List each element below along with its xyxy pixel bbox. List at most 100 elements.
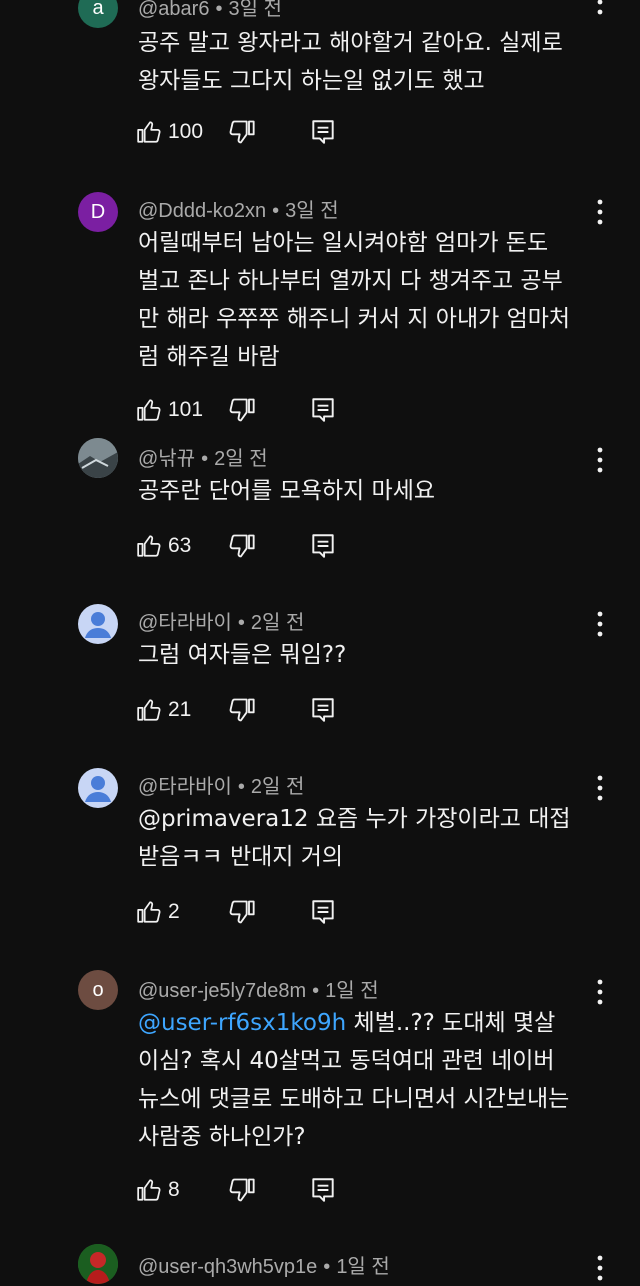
dislike-button[interactable] bbox=[228, 118, 256, 146]
comment-text: 어릴때부터 남아는 일시켜야함 엄마가 돈도 벌고 존나 하나부터 열까지 다 … bbox=[138, 230, 571, 370]
dislike-button[interactable] bbox=[228, 1176, 256, 1204]
thumbs-up-icon bbox=[137, 699, 161, 721]
reply-button[interactable] bbox=[310, 396, 336, 424]
thumbs-down-icon bbox=[229, 698, 255, 722]
more-options-button[interactable] bbox=[590, 198, 610, 226]
comment-actions: 2 bbox=[136, 896, 334, 928]
reply-button[interactable] bbox=[310, 898, 336, 926]
like-count: 100 bbox=[168, 120, 204, 143]
separator-dot: • bbox=[323, 1256, 331, 1278]
reply-button[interactable] bbox=[310, 1176, 336, 1204]
comment-text: 공주 말고 왕자라고 해야할거 같아요. 실제로 왕자들도 그다지 하는일 없기… bbox=[138, 30, 563, 94]
separator-dot: • bbox=[312, 980, 320, 1002]
separator-dot: • bbox=[215, 0, 223, 20]
avatar[interactable] bbox=[78, 1244, 118, 1284]
comment-time: 2일 전 bbox=[214, 448, 268, 470]
dislike-button[interactable] bbox=[228, 898, 256, 926]
comment-time: 1일 전 bbox=[325, 980, 379, 1002]
dislike-button[interactable] bbox=[228, 532, 256, 560]
like-button[interactable]: 63 bbox=[136, 533, 191, 559]
comment-time: 2일 전 bbox=[250, 612, 305, 634]
comment-text: @primavera12 요즘 누가 가장이라고 대접 받음ㅋㅋ 반대지 거의 bbox=[138, 800, 608, 876]
comment-time: 1일 전 bbox=[336, 1256, 390, 1278]
reply-button[interactable] bbox=[310, 118, 336, 146]
avatar[interactable] bbox=[78, 438, 118, 478]
more-vert-icon bbox=[597, 775, 603, 801]
comment-text: 그럼 여자들은 뭐임?? bbox=[138, 642, 347, 668]
author-name[interactable]: @Dddd-ko2xn bbox=[138, 200, 266, 222]
comment-actions: 21 bbox=[136, 694, 334, 726]
reply-button[interactable] bbox=[310, 696, 336, 724]
more-options-button[interactable] bbox=[590, 774, 610, 802]
thumbs-down-icon bbox=[229, 120, 255, 144]
more-options-button[interactable] bbox=[590, 1254, 610, 1282]
more-vert-icon bbox=[597, 199, 603, 225]
like-count: 2 bbox=[168, 900, 180, 923]
default-user-icon bbox=[85, 612, 111, 638]
author-name[interactable]: @abar6 bbox=[138, 0, 209, 20]
author-name[interactable]: @낚뀨 bbox=[138, 448, 195, 470]
comment-meta: @user-qh3wh5vp1e • 1일 전 bbox=[138, 1250, 390, 1279]
avatar-image bbox=[78, 438, 118, 478]
more-vert-icon bbox=[597, 611, 603, 637]
reply-icon bbox=[312, 698, 334, 722]
avatar[interactable]: D bbox=[78, 192, 118, 232]
like-button[interactable]: 21 bbox=[136, 697, 191, 723]
thumbs-down-icon bbox=[229, 534, 255, 558]
thumbs-up-icon bbox=[137, 901, 161, 923]
default-user-icon bbox=[85, 776, 111, 802]
avatar[interactable] bbox=[78, 604, 118, 644]
avatar-letter: a bbox=[92, 0, 104, 19]
author-name[interactable]: @user-qh3wh5vp1e bbox=[138, 1256, 317, 1278]
comment-time: 3일 전 bbox=[285, 200, 339, 222]
separator-dot: • bbox=[237, 612, 245, 634]
like-button[interactable]: 100 bbox=[136, 119, 203, 145]
comment-time: 2일 전 bbox=[250, 776, 305, 798]
comment-meta: @Dddd-ko2xn • 3일 전 bbox=[138, 194, 339, 223]
like-button[interactable]: 101 bbox=[136, 397, 203, 423]
more-vert-icon bbox=[597, 447, 603, 473]
avatar-image bbox=[78, 1244, 118, 1284]
mention-link[interactable]: @user-rf6sx1ko9h bbox=[138, 1010, 346, 1036]
separator-dot: • bbox=[272, 200, 280, 222]
comment-meta: @타라바이 • 2일 전 bbox=[138, 770, 304, 799]
comment-actions: 101 bbox=[136, 394, 334, 426]
dislike-button[interactable] bbox=[228, 396, 256, 424]
comment-actions: 8 bbox=[136, 1174, 334, 1206]
avatar-letter: D bbox=[90, 200, 106, 223]
thumbs-up-icon bbox=[137, 535, 161, 557]
more-options-button[interactable] bbox=[590, 446, 610, 474]
reply-icon bbox=[312, 120, 334, 144]
thumbs-up-icon bbox=[137, 121, 161, 143]
more-options-button[interactable] bbox=[590, 610, 610, 638]
comment-text: 공주란 단어를 모욕하지 마세요 bbox=[138, 478, 436, 504]
mention-plain[interactable]: @primavera12 bbox=[138, 806, 316, 832]
author-name[interactable]: @타라바이 bbox=[138, 776, 232, 798]
author-name[interactable]: @user-je5ly7de8m bbox=[138, 980, 306, 1002]
more-vert-icon bbox=[597, 979, 603, 1005]
reply-icon bbox=[312, 534, 334, 558]
like-count: 21 bbox=[168, 698, 192, 721]
avatar-letter: o bbox=[92, 978, 104, 1001]
thumbs-up-icon bbox=[137, 1179, 161, 1201]
comment-text: @user-rf6sx1ko9h 체벌..?? 도대체 몇살 이심? 혹시 40… bbox=[138, 1004, 608, 1156]
comment-time: 3일 전 bbox=[228, 0, 282, 20]
more-options-button[interactable] bbox=[590, 978, 610, 1006]
avatar[interactable] bbox=[78, 768, 118, 808]
thumbs-down-icon bbox=[229, 1178, 255, 1202]
more-vert-icon bbox=[597, 0, 603, 15]
like-count: 101 bbox=[168, 398, 204, 421]
like-button[interactable]: 2 bbox=[136, 899, 180, 925]
more-vert-icon bbox=[597, 1255, 603, 1281]
more-options-button[interactable] bbox=[590, 0, 610, 16]
author-name[interactable]: @타라바이 bbox=[138, 612, 232, 634]
like-button[interactable]: 8 bbox=[136, 1177, 180, 1203]
thumbs-up-icon bbox=[137, 399, 161, 421]
dislike-button[interactable] bbox=[228, 696, 256, 724]
reply-icon bbox=[312, 398, 334, 422]
reply-button[interactable] bbox=[310, 532, 336, 560]
avatar[interactable]: o bbox=[78, 970, 118, 1010]
comment-actions: 63 bbox=[136, 530, 334, 562]
comment-actions: 100 bbox=[136, 116, 334, 148]
avatar[interactable]: a bbox=[78, 0, 118, 28]
